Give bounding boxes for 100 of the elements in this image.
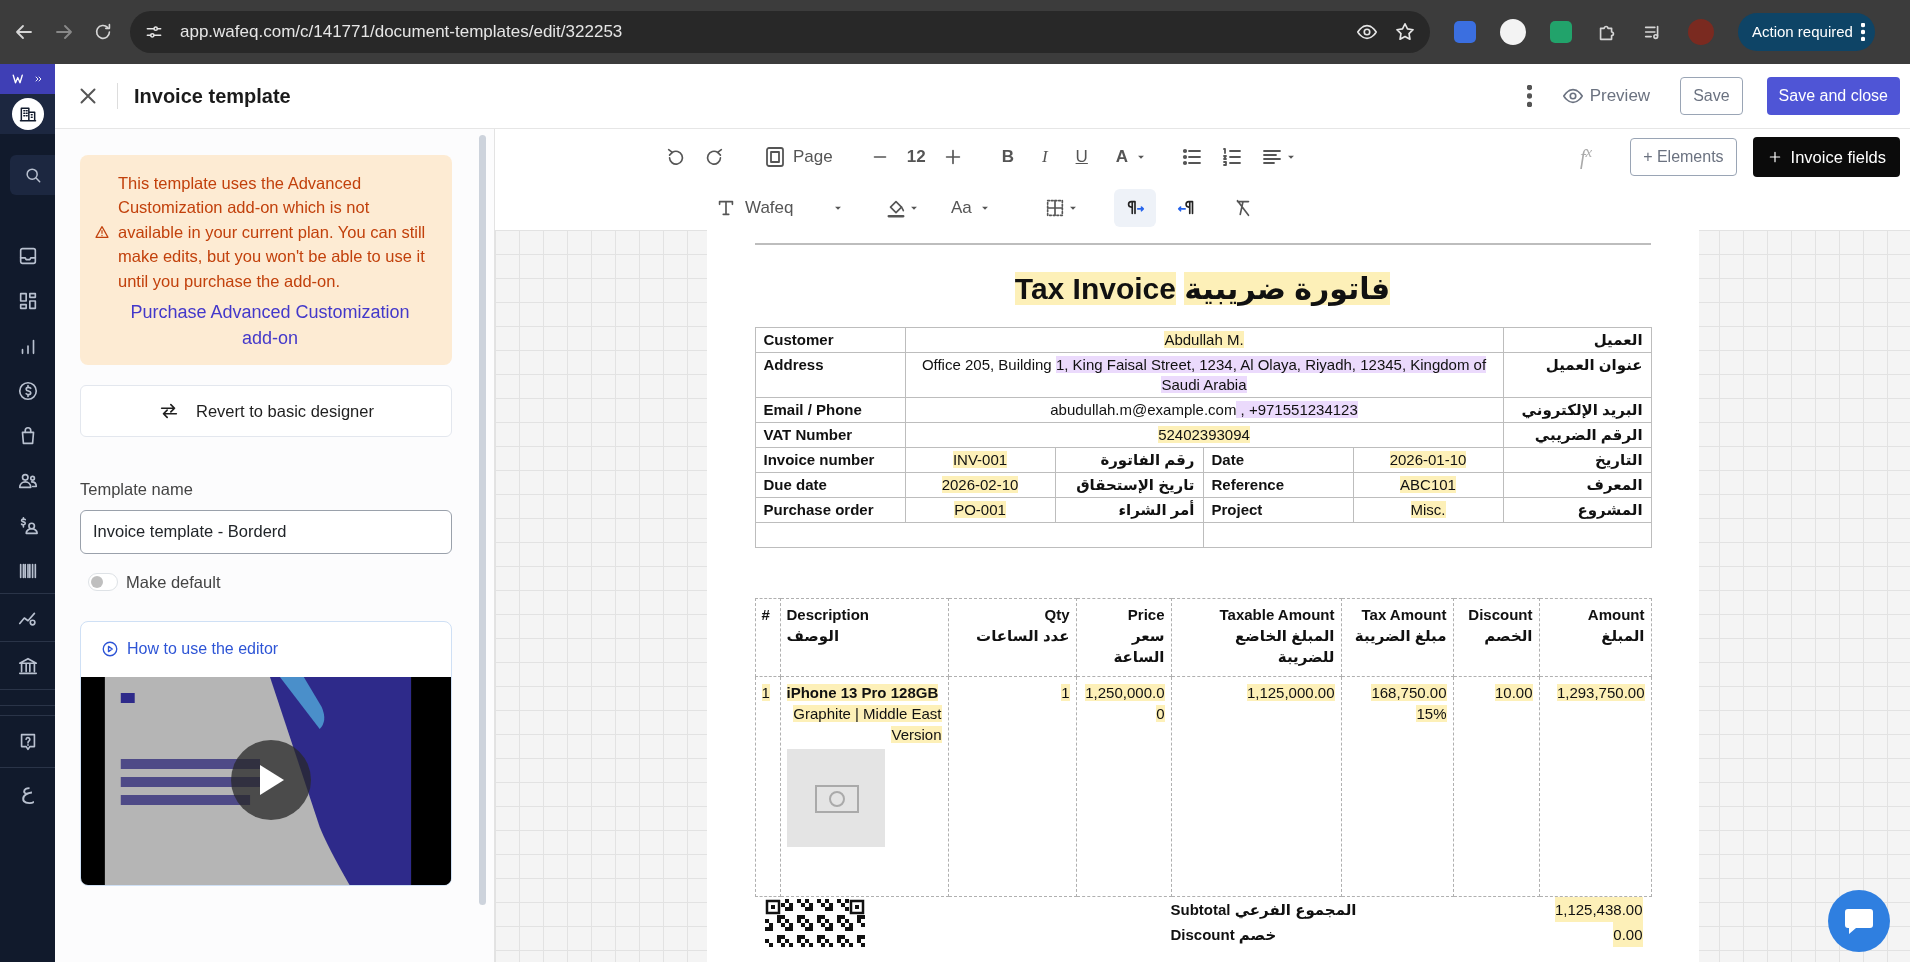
field-label: الرقم الضريبي [1503, 422, 1652, 448]
field-label: Customer [755, 327, 905, 353]
field-value: 2026-02-10 [905, 472, 1055, 498]
column-header: Tax Amount [1360, 605, 1447, 625]
italic-button[interactable]: I [1035, 140, 1054, 174]
table-cell: 1,125,000.00 [1171, 676, 1341, 897]
image-placeholder-icon [786, 749, 885, 847]
column-header: المبلغ الخاضع للضريبة [1234, 626, 1335, 667]
field-label: عنوان العميل [1503, 352, 1652, 398]
item-detail: Graphite | Middle East Version [792, 704, 942, 745]
save-and-close-button[interactable]: Save and close [1766, 77, 1900, 115]
column-header: مبلغ الضريبة [1353, 626, 1447, 646]
field-label: Template name [80, 479, 194, 501]
tax-rate: 15% [1415, 704, 1447, 724]
field-value: abudullah.m@example.com , +971551234123 [905, 397, 1504, 423]
font-dropdown[interactable]: Wafeq [715, 194, 845, 221]
field-label: Reference [1203, 472, 1353, 498]
language-button[interactable]: ع [20, 775, 35, 808]
column-header: Price [1126, 605, 1165, 625]
table-cell: 1 [755, 676, 780, 897]
search-button[interactable] [10, 154, 55, 195]
url-text: app.wafeq.com/c/141771/document-templates/edit/322253 [180, 21, 623, 44]
building-icon [17, 104, 38, 124]
video-link[interactable]: How to use the editor [127, 637, 279, 662]
total-label: Discount خصم [1170, 925, 1277, 946]
column-header: سعر الساعة [1112, 626, 1165, 667]
field-label: Purchase order [755, 497, 905, 523]
left-to-right-button[interactable] [1113, 188, 1156, 227]
company-button[interactable] [11, 98, 44, 130]
table-cell-text: 168,750.00 [1370, 683, 1447, 703]
column-header: الوصف [786, 626, 841, 646]
field-label: العميل [1503, 327, 1652, 353]
kebab-icon [1860, 23, 1865, 41]
field-value: Abdullah M. [905, 327, 1504, 353]
column-header: المبلغ [1600, 626, 1645, 646]
field-label: التاريخ [1503, 447, 1652, 473]
font-size-value[interactable]: 12 [906, 144, 926, 170]
field-label: رقم الفاتورة [1055, 447, 1203, 473]
switch-label: Make default [126, 571, 221, 593]
preview-button[interactable]: Preview [1555, 79, 1657, 113]
column-header: عدد الساعات [975, 626, 1070, 646]
invoice-title-arabic: فاتورة ضريبية [1184, 272, 1391, 305]
action-required-button[interactable]: Action required [1738, 13, 1875, 51]
extension-icon[interactable] [1500, 19, 1526, 45]
dollar-icon[interactable] [16, 379, 39, 402]
table-cell: 10.00 [1453, 676, 1539, 897]
text-color-button[interactable]: A [1109, 140, 1155, 174]
invoice-title: Tax Invoice [1014, 272, 1176, 305]
field-label: Due date [755, 472, 905, 498]
total-value: 1,125,438.00 [1554, 897, 1643, 922]
table-cell: 1,293,750.00 [1539, 676, 1651, 897]
star-icon[interactable] [1394, 21, 1416, 43]
field-label: المعرف [1503, 472, 1652, 498]
field-label: Project [1203, 497, 1353, 523]
chat-icon [1844, 907, 1874, 935]
field-value: 52402393094 [905, 422, 1504, 448]
total-value: 0.00 [1613, 922, 1643, 947]
field-label: Invoice number [755, 447, 905, 473]
save-button[interactable]: Save [1680, 77, 1743, 115]
field-label: Address [755, 352, 905, 398]
item-name: iPhone 13 Pro 128GB [786, 683, 940, 703]
column-header: Amount [1586, 605, 1645, 625]
page-button[interactable]: Page [757, 140, 839, 174]
column-header: Description [786, 605, 870, 625]
notice-text: This template uses the Advanced Customization add-on which is not available in your current plan. You can still make edits, but you won't be able to use it until you purchase the add-on. [118, 173, 427, 292]
default-switch[interactable] [88, 573, 118, 592]
field-label: VAT Number [755, 422, 905, 448]
field-label: البريد الإلكتروني [1503, 397, 1652, 423]
revert-button[interactable]: Revert to basic designer [80, 385, 452, 438]
field-value: 2026-01-10 [1353, 447, 1504, 473]
field-value: PO-001 [905, 497, 1055, 523]
more-icon[interactable] [1526, 85, 1532, 107]
purchase-link[interactable]: Purchase Advanced Customization add-on [110, 299, 430, 352]
invoice-fields-button[interactable]: Invoice fields [1752, 137, 1900, 177]
page-title: Invoice template [134, 84, 291, 109]
elements-button[interactable]: + Elements [1630, 138, 1737, 176]
field-label: أمر الشراء [1055, 497, 1203, 523]
page-icon [763, 145, 787, 169]
column-header: الخصم [1483, 626, 1533, 646]
play-circle-icon [101, 640, 119, 659]
bold-button[interactable]: B [995, 140, 1020, 174]
field-label: تاريخ الإستحقاق [1055, 472, 1203, 498]
field-label: المشروع [1503, 497, 1652, 523]
field-value: ABC101 [1353, 472, 1504, 498]
column-header: Qty [1043, 605, 1070, 625]
template-name-field[interactable]: Invoice template - Borderd [80, 509, 452, 554]
field-label: Email / Phone [755, 397, 905, 423]
case-button[interactable]: Aa [945, 190, 998, 225]
column-header: # [761, 605, 771, 625]
field-value: INV-001 [905, 447, 1055, 473]
table-cell: 1,250,000.00 [1076, 676, 1171, 897]
field-value: Misc. [1353, 497, 1504, 523]
column-header: Discount [1467, 605, 1533, 625]
warning-icon [94, 224, 110, 240]
underline-button[interactable]: U [1069, 140, 1094, 174]
scrollbar[interactable] [479, 135, 486, 905]
column-header: Taxable Amount [1218, 605, 1335, 625]
address-bar[interactable]: app.wafeq.com/c/141771/document-templates/edit/322253 [130, 11, 1430, 53]
total-label: Subtotal المجموع الفرعي [1170, 900, 1357, 921]
table-cell: 1 [948, 676, 1076, 897]
